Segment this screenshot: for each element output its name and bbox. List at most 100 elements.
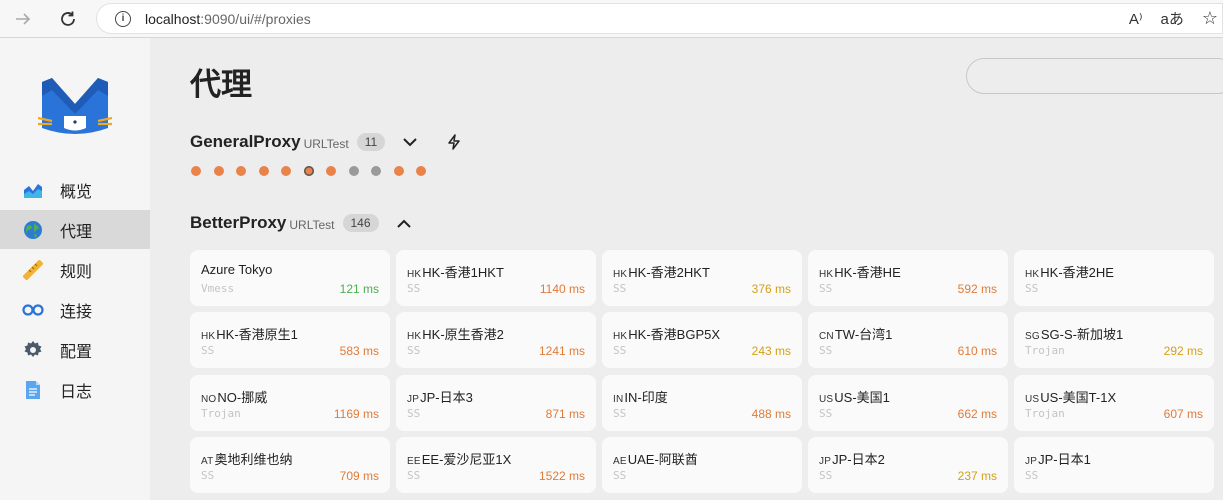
page-title: 代理 — [190, 67, 252, 102]
site-info-icon[interactable]: i — [115, 10, 131, 27]
flag-code: NO — [201, 394, 217, 405]
proxy-card[interactable]: HKHK-香港BGP5X SS 243 ms — [602, 312, 802, 368]
latency-value: 292 ms — [1163, 344, 1203, 358]
immersive-reader-icon[interactable]: aあ — [1161, 8, 1184, 29]
sidebar-item-rules[interactable]: 规则 — [0, 250, 150, 289]
proxy-name-text: IN-印度 — [624, 390, 668, 405]
proxy-name: HKHK-香港2HKT — [613, 262, 710, 281]
proxy-type: SS — [613, 407, 627, 420]
proxy-type: SS — [613, 469, 627, 482]
sidebar-item-connections[interactable]: 连接 — [0, 290, 150, 329]
document-icon — [22, 379, 44, 401]
sidebar-item-overview[interactable]: 概览 — [0, 170, 150, 209]
group-name: GeneralProxy — [190, 132, 301, 151]
proxy-card[interactable]: HKHK-香港2HKT SS 376 ms — [602, 250, 802, 306]
proxy-name-text: JP-日本3 — [420, 390, 473, 405]
proxy-card[interactable]: HKHK-香港HE SS 592 ms — [808, 250, 1008, 306]
proxy-card[interactable]: HKHK-香港1HKT SS 1140 ms — [396, 250, 596, 306]
proxy-dot[interactable] — [303, 166, 314, 176]
proxy-dot[interactable] — [348, 166, 359, 176]
read-aloud-icon[interactable]: A⁾ — [1129, 10, 1143, 28]
proxy-type: SS — [407, 282, 421, 295]
sidebar-item-logs[interactable]: 日志 — [0, 370, 150, 409]
proxy-card[interactable]: EEEE-爱沙尼亚1X SS 1522 ms — [396, 437, 596, 493]
proxy-dot[interactable] — [393, 166, 404, 176]
proxy-dot[interactable] — [281, 166, 291, 176]
favorite-star-icon[interactable]: ☆ — [1202, 8, 1218, 29]
proxy-dot[interactable] — [416, 166, 426, 176]
latency-value: 243 ms — [751, 344, 791, 358]
proxy-card[interactable]: CNTW-台湾1 SS 610 ms — [808, 312, 1008, 368]
proxy-type: SS — [1025, 469, 1039, 482]
forward-arrow-icon[interactable] — [10, 6, 36, 32]
proxy-dot[interactable] — [371, 166, 381, 176]
group-count-badge: 146 — [342, 214, 379, 232]
overview-chart-icon — [22, 179, 44, 201]
proxy-card[interactable]: HKHK-香港2HE SS — [1014, 250, 1214, 306]
flag-code: JP — [819, 456, 832, 467]
sidebar: 概览 代理 规则 连接 配置 日志 — [0, 38, 150, 500]
proxy-type: SS — [407, 344, 421, 357]
ruler-icon — [22, 259, 44, 281]
latency-value: 607 ms — [1163, 407, 1203, 421]
proxy-card[interactable]: JPJP-日本2 SS 237 ms — [808, 437, 1008, 493]
proxy-type: Vmess — [201, 282, 235, 295]
proxy-name: HKHK-香港1HKT — [407, 262, 504, 281]
proxy-type: SS — [613, 282, 627, 295]
proxy-name: JPJP-日本3 — [407, 387, 473, 406]
latency-value: 488 ms — [751, 407, 791, 421]
proxy-dot[interactable] — [326, 166, 336, 176]
proxy-name-text: JP-日本2 — [832, 452, 885, 467]
chevron-down-icon[interactable] — [401, 133, 419, 151]
proxy-card[interactable]: Azure Tokyo Vmess 121 ms — [190, 250, 390, 306]
proxy-card[interactable]: ININ-印度 SS 488 ms — [602, 375, 802, 431]
proxy-name: HKHK-香港BGP5X — [613, 324, 720, 343]
flag-code: AE — [613, 456, 627, 467]
proxy-card[interactable]: NONO-挪威 Trojan 1169 ms — [190, 375, 390, 431]
proxy-name: USUS-美国T-1X — [1025, 387, 1116, 406]
proxy-name-text: HK-香港原生1 — [216, 327, 298, 342]
chevron-up-icon[interactable] — [395, 214, 413, 232]
proxy-card[interactable]: AT奥地利维也纳 SS 709 ms — [190, 437, 390, 493]
proxy-card[interactable]: JPJP-日本3 SS 871 ms — [396, 375, 596, 431]
proxy-dot[interactable] — [236, 166, 246, 176]
search-input[interactable] — [966, 58, 1223, 94]
proxy-card[interactable]: USUS-美国1 SS 662 ms — [808, 375, 1008, 431]
proxy-type: SS — [819, 344, 833, 357]
latency-value: 1140 ms — [539, 282, 585, 296]
proxy-dot[interactable] — [191, 166, 201, 176]
proxy-type: SS — [407, 407, 421, 420]
proxy-name: JPJP-日本1 — [1025, 449, 1091, 468]
proxy-name: USUS-美国1 — [819, 387, 890, 406]
proxy-type: Trojan — [1025, 344, 1065, 357]
url-text[interactable]: localhost:9090/ui/#/proxies — [145, 11, 311, 27]
sidebar-item-proxies[interactable]: 代理 — [0, 210, 150, 249]
reload-icon[interactable] — [55, 6, 81, 32]
link-icon — [22, 299, 44, 321]
proxy-card[interactable]: JPJP-日本1 SS — [1014, 437, 1214, 493]
latency-value: 1169 ms — [333, 407, 379, 421]
proxy-name: Azure Tokyo — [201, 262, 272, 277]
flag-code: SG — [1025, 331, 1040, 342]
proxy-dot[interactable] — [213, 166, 224, 176]
app-logo-cat-icon — [38, 78, 112, 134]
proxy-name: AEUAE-阿联酋 — [613, 449, 698, 468]
proxy-card[interactable]: USUS-美国T-1X Trojan 607 ms — [1014, 375, 1214, 431]
proxy-name: HKHK-香港HE — [819, 262, 901, 281]
proxy-type: SS — [819, 282, 833, 295]
proxy-name-text: 奥地利维也纳 — [214, 452, 293, 467]
latency-value: 662 ms — [957, 407, 997, 421]
proxy-dot[interactable] — [258, 166, 269, 176]
proxy-name-text: HK-香港BGP5X — [628, 327, 721, 342]
proxy-type: Trojan — [201, 407, 241, 420]
sidebar-item-label: 连接 — [60, 303, 93, 321]
proxy-type: SS — [819, 469, 833, 482]
latency-test-bolt-icon[interactable] — [445, 133, 463, 151]
latency-value: 871 ms — [545, 407, 585, 421]
proxy-card[interactable]: HKHK-原生香港2 SS 1241 ms — [396, 312, 596, 368]
proxy-card[interactable]: AEUAE-阿联酋 SS — [602, 437, 802, 493]
address-bar[interactable]: i localhost:9090/ui/#/proxies A⁾ aあ ☆ — [96, 3, 1223, 34]
proxy-card[interactable]: HKHK-香港原生1 SS 583 ms — [190, 312, 390, 368]
proxy-card[interactable]: SGSG-S-新加坡1 Trojan 292 ms — [1014, 312, 1214, 368]
sidebar-item-config[interactable]: 配置 — [0, 330, 150, 369]
